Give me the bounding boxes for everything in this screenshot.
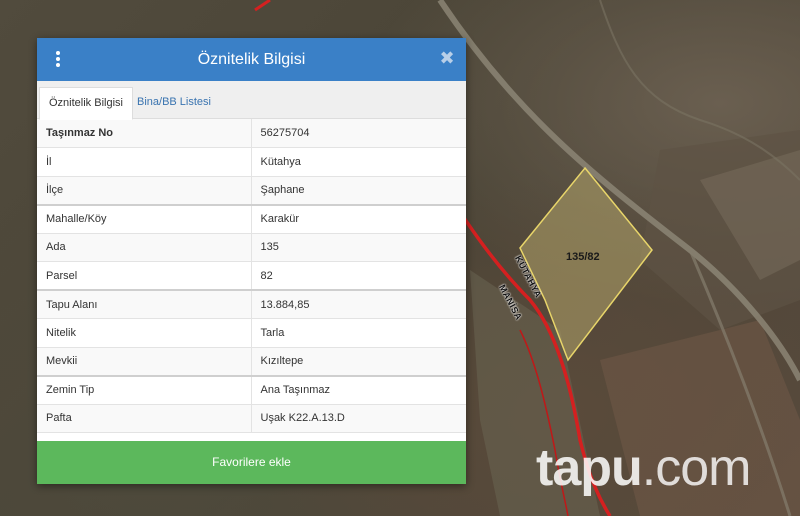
panel-header: Öznitelik Bilgisi ✖ <box>37 38 466 81</box>
row-key: Pafta <box>37 404 252 433</box>
table-row: Taşınmaz No 56275704 <box>37 119 466 148</box>
row-key: İlçe <box>37 176 252 206</box>
tapu-watermark-logo: tapu.com <box>536 438 752 498</box>
table-row: Mahalle/Köy Karakür <box>37 204 466 234</box>
close-icon[interactable]: ✖ <box>438 49 456 67</box>
row-key: Mevkii <box>37 347 252 377</box>
row-value: 82 <box>251 261 466 291</box>
row-key: Ada <box>37 233 252 262</box>
table-row: Mevkii Kızıltepe <box>37 347 466 377</box>
row-value: Karakür <box>251 204 466 234</box>
row-value: Tarla <box>251 318 466 348</box>
row-value: 135 <box>251 233 466 262</box>
row-key: Nitelik <box>37 318 252 348</box>
row-key: İl <box>37 147 252 177</box>
row-value: 13.884,85 <box>251 290 466 319</box>
panel-title: Öznitelik Bilgisi <box>197 51 306 68</box>
row-key: Tapu Alanı <box>37 290 252 319</box>
table-row: Zemin Tip Ana Taşınmaz <box>37 375 466 405</box>
row-value: 56275704 <box>251 119 466 148</box>
table-row: Tapu Alanı 13.884,85 <box>37 290 466 319</box>
row-key: Mahalle/Köy <box>37 204 252 234</box>
add-to-favorites-button[interactable]: Favorilere ekle <box>37 441 466 484</box>
row-value: Şaphane <box>251 176 466 206</box>
table-row: Parsel 82 <box>37 261 466 291</box>
table-row: Pafta Uşak K22.A.13.D <box>37 404 466 433</box>
attribute-table: Taşınmaz No 56275704 İl Kütahya İlçe Şap… <box>37 119 466 433</box>
attribute-panel: Öznitelik Bilgisi ✖ Öznitelik Bilgisi Bi… <box>37 38 466 484</box>
row-value: Ana Taşınmaz <box>251 375 466 405</box>
row-key: Taşınmaz No <box>37 119 252 148</box>
row-key: Parsel <box>37 261 252 291</box>
watermark-suffix-text: .com <box>641 439 752 497</box>
tab-attribute-info[interactable]: Öznitelik Bilgisi <box>39 87 133 120</box>
table-row: İlçe Şaphane <box>37 176 466 206</box>
row-value: Uşak K22.A.13.D <box>251 404 466 433</box>
table-row: Nitelik Tarla <box>37 318 466 348</box>
row-key: Zemin Tip <box>37 375 252 405</box>
parcel-label: 135/82 <box>566 251 600 263</box>
row-value: Kızıltepe <box>251 347 466 377</box>
row-value: Kütahya <box>251 147 466 177</box>
table-row: İl Kütahya <box>37 147 466 177</box>
tab-building-list[interactable]: Bina/BB Listesi <box>128 87 220 118</box>
panel-tabs: Öznitelik Bilgisi Bina/BB Listesi <box>37 81 466 120</box>
table-row: Ada 135 <box>37 233 466 262</box>
watermark-main-text: tapu <box>536 439 643 497</box>
